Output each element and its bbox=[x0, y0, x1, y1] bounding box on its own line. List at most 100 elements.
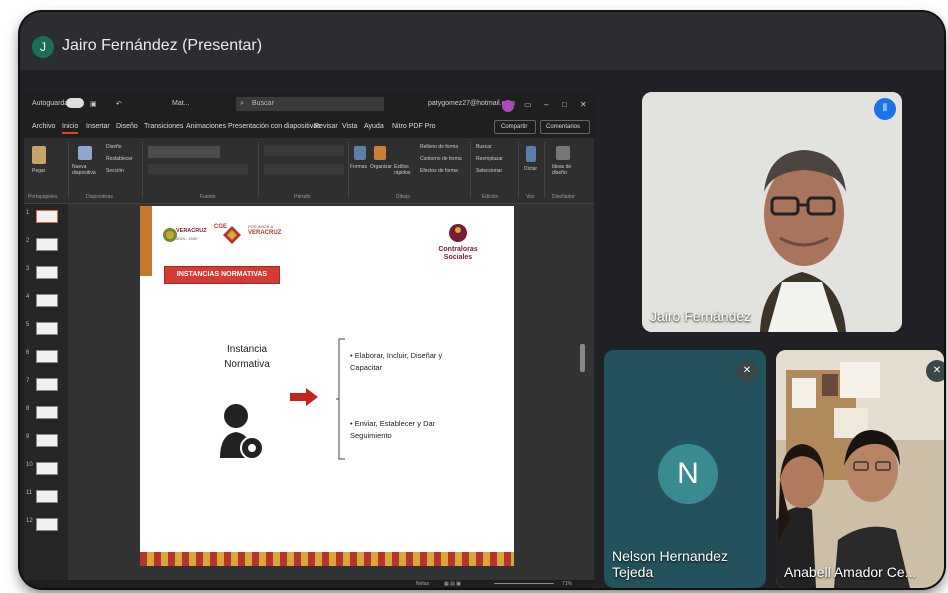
save-icon[interactable]: ▣ bbox=[90, 100, 97, 108]
ribbon-options-icon[interactable]: ▭ bbox=[524, 100, 532, 109]
zoom-slider[interactable] bbox=[494, 583, 554, 584]
dictate-icon[interactable] bbox=[526, 146, 536, 162]
group-edicion: Edición bbox=[482, 194, 499, 200]
slide-thumbnail[interactable] bbox=[36, 462, 58, 475]
ribbon: Pegar Portapapeles Nueva diapositiva Dis… bbox=[24, 138, 594, 204]
shape-fill-button[interactable]: Relleno de forma bbox=[420, 144, 458, 150]
find-button[interactable]: Buscar bbox=[476, 144, 492, 150]
group-voz: Voz bbox=[526, 194, 535, 200]
dictate-label[interactable]: Dictar bbox=[524, 166, 537, 172]
zoom-level: 71% bbox=[562, 581, 573, 587]
slide-thumbnail[interactable] bbox=[36, 378, 58, 391]
slide-thumbnail-pane: 1 2 3 4 5 6 7 8 9 10 11 12 bbox=[24, 204, 68, 580]
paste-label[interactable]: Pegar bbox=[32, 168, 45, 174]
slide-decorative-border bbox=[140, 552, 514, 566]
shapes-label[interactable]: Formas bbox=[350, 164, 367, 170]
arrange-icon[interactable] bbox=[374, 146, 386, 160]
thumb-number: 7 bbox=[26, 378, 30, 384]
view-buttons[interactable]: ▦ ▤ ▣ bbox=[444, 581, 461, 587]
participant-tile-jairo[interactable]: ⦀ Jairo Fernández bbox=[642, 92, 902, 332]
comments-button[interactable]: Comentarios bbox=[540, 120, 590, 134]
notes-button[interactable]: Notas bbox=[416, 581, 429, 587]
section-button[interactable]: Sección bbox=[106, 168, 124, 174]
slide-canvas[interactable]: VERACRUZ 2024 - 2030 CGE POR AMOR A VERA… bbox=[140, 206, 514, 566]
maximize-icon[interactable]: □ bbox=[562, 100, 567, 109]
slide-thumbnail[interactable] bbox=[36, 406, 58, 419]
replace-button[interactable]: Reemplazar bbox=[476, 156, 503, 162]
paste-icon[interactable] bbox=[32, 146, 46, 164]
mic-off-icon: ✕ bbox=[926, 360, 944, 382]
thumb-number: 5 bbox=[26, 322, 30, 328]
participant-tile-nelson[interactable]: ✕ N Nelson Hernandez Tejeda bbox=[604, 350, 766, 588]
slide-thumbnail[interactable] bbox=[36, 490, 58, 503]
meeting-top-bar: J Jairo Fernández (Presentar) bbox=[20, 12, 944, 70]
menu-revisar[interactable]: Revisar bbox=[314, 123, 338, 130]
slide-accent-bar bbox=[140, 206, 152, 276]
slide-thumbnail[interactable] bbox=[36, 294, 58, 307]
menu-transiciones[interactable]: Transiciones bbox=[144, 123, 183, 130]
alignment-controls[interactable] bbox=[264, 164, 344, 174]
slide-thumbnail[interactable] bbox=[36, 238, 58, 251]
reset-button[interactable]: Restablecer bbox=[106, 156, 133, 162]
slide-scrollbar[interactable] bbox=[580, 344, 585, 372]
participant-tile-anabell[interactable]: ✕ Anabell Amador Ce... bbox=[776, 350, 944, 588]
arrange-label[interactable]: Organizar bbox=[370, 164, 392, 170]
logo2-small: POR AMOR A bbox=[248, 224, 274, 229]
menu-animaciones[interactable]: Animaciones bbox=[186, 123, 226, 130]
search-icon: ⌕ bbox=[240, 100, 244, 107]
layout-button[interactable]: Diseño bbox=[106, 144, 122, 150]
ribbon-separator bbox=[518, 142, 519, 198]
shared-powerpoint-window: Autoguardado ▣ ↶ Mat... ⌕ Buscar patygome… bbox=[24, 92, 594, 588]
thumb-number: 8 bbox=[26, 406, 30, 412]
contraloras-emblem-icon bbox=[449, 224, 467, 242]
new-slide-icon[interactable] bbox=[78, 146, 92, 160]
logo2-text: VERACRUZ bbox=[248, 230, 282, 236]
group-parrafo: Párrafo bbox=[294, 194, 311, 200]
font-format-controls[interactable] bbox=[148, 164, 248, 174]
menu-nitro[interactable]: Nitro PDF Pro bbox=[392, 123, 436, 130]
menu-ayuda[interactable]: Ayuda bbox=[364, 123, 384, 130]
minimize-icon[interactable]: – bbox=[544, 100, 548, 109]
shape-outline-button[interactable]: Contorno de forma bbox=[420, 156, 462, 162]
share-label: Compartir bbox=[501, 124, 528, 130]
menu-inicio[interactable]: Inicio bbox=[62, 123, 79, 134]
search-placeholder: Buscar bbox=[252, 100, 274, 107]
right-arrow-icon bbox=[290, 388, 318, 406]
select-button[interactable]: Seleccionar bbox=[476, 168, 502, 174]
contraloras-title: Contraloras Sociales bbox=[438, 246, 478, 261]
undo-icon[interactable]: ↶ bbox=[116, 100, 122, 108]
menu-presentacion[interactable]: Presentación con diapositivas bbox=[228, 123, 321, 130]
slide-thumbnail[interactable] bbox=[36, 518, 58, 531]
slide-thumbnail[interactable] bbox=[36, 350, 58, 363]
presenter-avatar[interactable]: J bbox=[32, 36, 54, 58]
logo-years: 2024 - 2030 bbox=[176, 236, 198, 241]
menu-vista[interactable]: Vista bbox=[342, 123, 357, 130]
contraloras-sociales-logo: Contraloras Sociales bbox=[430, 220, 486, 278]
group-disenador: Diseñador bbox=[552, 194, 575, 200]
share-button[interactable]: Compartir bbox=[494, 120, 536, 134]
ribbon-separator bbox=[68, 142, 69, 198]
shapes-icon[interactable] bbox=[354, 146, 366, 160]
slide-thumbnail[interactable] bbox=[36, 434, 58, 447]
slide-thumbnail[interactable] bbox=[36, 322, 58, 335]
user-avatar[interactable] bbox=[502, 100, 514, 112]
designer-icon[interactable] bbox=[556, 146, 570, 160]
quick-styles-label[interactable]: Estilos rápidos bbox=[394, 164, 416, 176]
close-icon[interactable]: ✕ bbox=[580, 100, 587, 109]
slide-thumbnail[interactable] bbox=[36, 210, 58, 223]
paragraph-controls[interactable] bbox=[264, 146, 344, 156]
designer-ideas-label[interactable]: Ideas de diseño bbox=[552, 164, 578, 176]
search-input[interactable]: ⌕ Buscar bbox=[236, 97, 384, 111]
menu-archivo[interactable]: Archivo bbox=[32, 123, 55, 130]
instancia-normativa-label: Instancia Normativa bbox=[224, 344, 270, 370]
shape-effects-button[interactable]: Efectos de forma bbox=[420, 168, 458, 174]
font-name-field[interactable] bbox=[148, 146, 220, 158]
avatar: N bbox=[658, 444, 718, 504]
ribbon-separator bbox=[470, 142, 471, 198]
new-slide-label[interactable]: Nueva diapositiva bbox=[72, 164, 102, 176]
mic-off-icon: ✕ bbox=[736, 360, 758, 382]
menu-insertar[interactable]: Insertar bbox=[86, 123, 110, 130]
menu-diseno[interactable]: Diseño bbox=[116, 123, 138, 130]
slide-thumbnail[interactable] bbox=[36, 266, 58, 279]
autosave-toggle[interactable] bbox=[66, 98, 84, 108]
